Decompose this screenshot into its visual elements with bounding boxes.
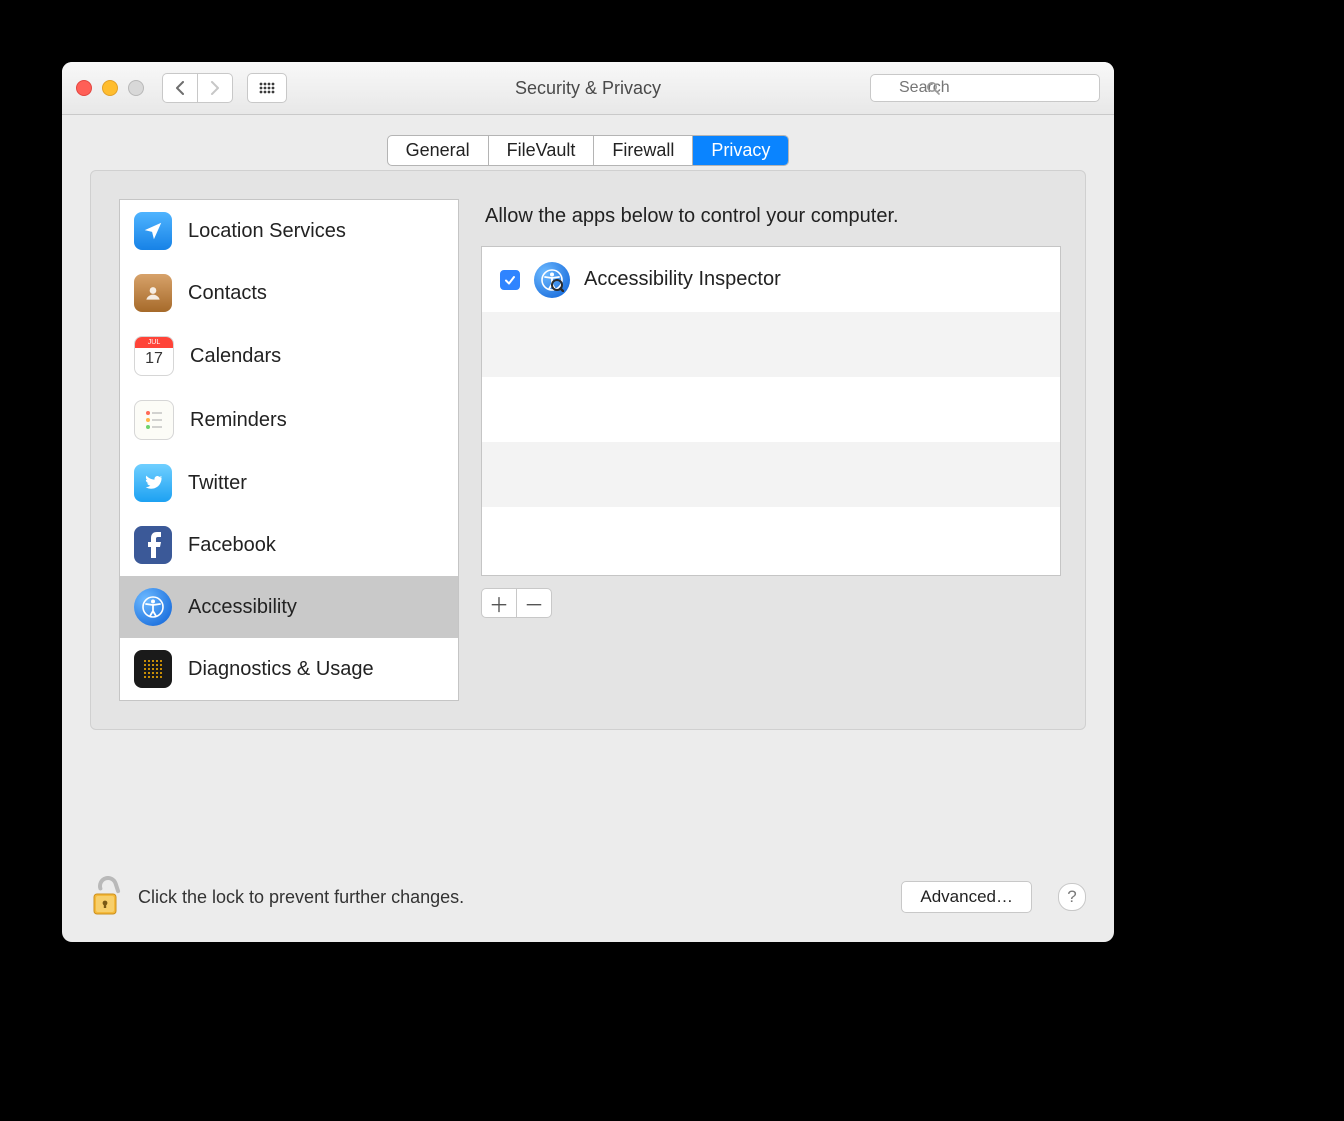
accessibility-icon bbox=[134, 588, 172, 626]
nav-buttons bbox=[162, 73, 233, 103]
sidebar-item-label: Contacts bbox=[188, 282, 267, 305]
tab-firewall[interactable]: Firewall bbox=[594, 136, 693, 165]
add-app-button[interactable]: ＋ bbox=[481, 588, 516, 618]
window-traffic-lights bbox=[76, 80, 144, 96]
advanced-button[interactable]: Advanced… bbox=[901, 881, 1032, 913]
sidebar-item-contacts[interactable]: Contacts bbox=[120, 262, 458, 324]
tab-privacy[interactable]: Privacy bbox=[693, 136, 788, 165]
app-row-empty bbox=[482, 442, 1060, 507]
lock-hint-text: Click the lock to prevent further change… bbox=[138, 887, 464, 908]
sidebar-item-label: Diagnostics & Usage bbox=[188, 658, 374, 681]
privacy-category-list[interactable]: Location Services Contacts JUL 17 Calend… bbox=[119, 199, 459, 701]
close-window-button[interactable] bbox=[76, 80, 92, 96]
allowed-apps-list[interactable]: Accessibility Inspector bbox=[481, 246, 1061, 576]
tab-general[interactable]: General bbox=[388, 136, 489, 165]
footer: Click the lock to prevent further change… bbox=[62, 858, 1114, 942]
zoom-window-button[interactable] bbox=[128, 80, 144, 96]
facebook-icon bbox=[134, 526, 172, 564]
twitter-icon bbox=[134, 464, 172, 502]
diagnostics-icon bbox=[134, 650, 172, 688]
add-remove-buttons: ＋ － bbox=[481, 588, 1061, 618]
sidebar-item-accessibility[interactable]: Accessibility bbox=[120, 576, 458, 638]
minimize-window-button[interactable] bbox=[102, 80, 118, 96]
app-row-empty bbox=[482, 507, 1060, 572]
tab-bar: General FileVault Firewall Privacy bbox=[387, 135, 790, 166]
reminders-icon bbox=[134, 400, 174, 440]
help-button[interactable]: ? bbox=[1058, 883, 1086, 911]
sidebar-item-calendars[interactable]: JUL 17 Calendars bbox=[120, 324, 458, 388]
sidebar-item-reminders[interactable]: Reminders bbox=[120, 388, 458, 452]
app-row-empty bbox=[482, 377, 1060, 442]
sidebar-item-label: Accessibility bbox=[188, 596, 297, 619]
lock-button[interactable] bbox=[90, 876, 124, 918]
location-icon bbox=[134, 212, 172, 250]
app-row[interactable]: Accessibility Inspector bbox=[482, 247, 1060, 312]
app-row-empty bbox=[482, 312, 1060, 377]
forward-button[interactable] bbox=[197, 73, 233, 103]
app-checkbox[interactable] bbox=[500, 270, 520, 290]
sidebar-item-label: Twitter bbox=[188, 472, 247, 495]
privacy-panel: Location Services Contacts JUL 17 Calend… bbox=[90, 170, 1086, 730]
accessibility-inspector-icon bbox=[534, 262, 570, 298]
sidebar-item-label: Reminders bbox=[190, 409, 287, 432]
sidebar-item-label: Calendars bbox=[190, 345, 281, 368]
show-all-button[interactable] bbox=[247, 73, 287, 103]
unlocked-padlock-icon bbox=[90, 876, 124, 918]
contacts-icon bbox=[134, 274, 172, 312]
sidebar-item-facebook[interactable]: Facebook bbox=[120, 514, 458, 576]
pane-heading: Allow the apps below to control your com… bbox=[485, 205, 1057, 228]
sidebar-item-location-services[interactable]: Location Services bbox=[120, 200, 458, 262]
sidebar-item-label: Location Services bbox=[188, 220, 346, 243]
sidebar-item-diagnostics[interactable]: Diagnostics & Usage bbox=[120, 638, 458, 700]
app-name: Accessibility Inspector bbox=[584, 268, 781, 291]
preferences-window: Security & Privacy General FileVault Fir… bbox=[62, 62, 1114, 942]
titlebar: Security & Privacy bbox=[62, 62, 1114, 115]
back-button[interactable] bbox=[162, 73, 197, 103]
remove-app-button[interactable]: － bbox=[516, 588, 552, 618]
search-container bbox=[870, 74, 1100, 102]
window-body: General FileVault Firewall Privacy Locat… bbox=[62, 115, 1114, 942]
accessibility-pane: Allow the apps below to control your com… bbox=[481, 199, 1061, 701]
search-input[interactable] bbox=[870, 74, 1100, 102]
sidebar-item-twitter[interactable]: Twitter bbox=[120, 452, 458, 514]
calendar-icon: JUL 17 bbox=[134, 336, 174, 376]
tab-filevault[interactable]: FileVault bbox=[489, 136, 595, 165]
sidebar-item-label: Facebook bbox=[188, 534, 276, 557]
